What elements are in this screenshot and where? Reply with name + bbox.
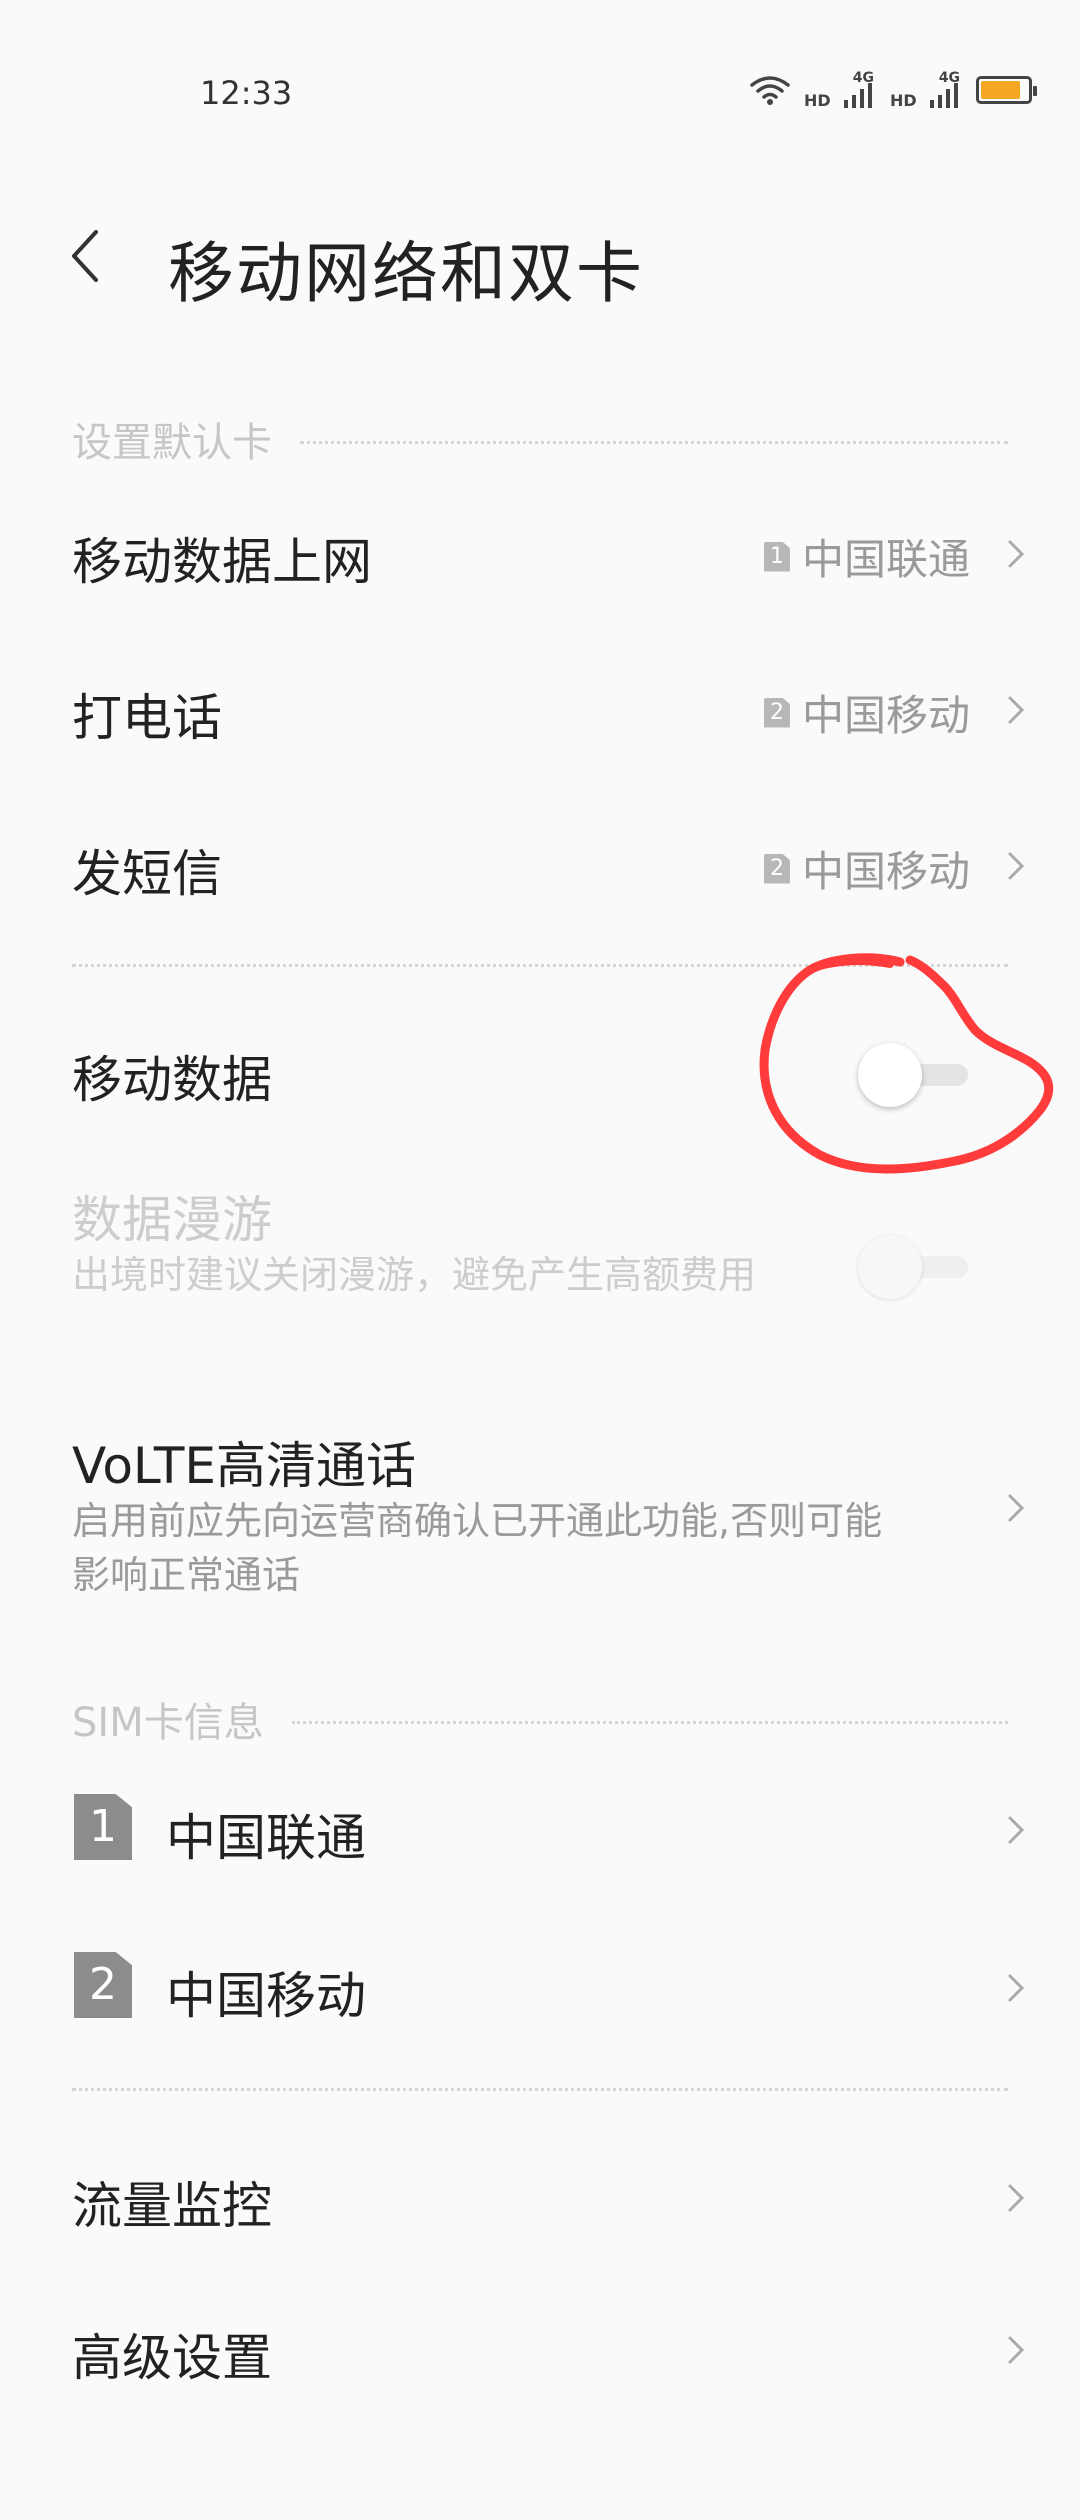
back-icon[interactable] bbox=[66, 226, 106, 286]
data-roaming-toggle bbox=[858, 1232, 968, 1302]
section-sim-info: SIM卡信息 bbox=[72, 1690, 1008, 1748]
sim1-name: 中国联通 bbox=[166, 1809, 366, 1867]
wifi-icon bbox=[750, 76, 790, 105]
status-icons: HD 4G HD 4G bbox=[750, 70, 1037, 110]
default-call-value: 2 中国移动 bbox=[763, 682, 970, 743]
mobile-data-label: 移动数据 bbox=[72, 1051, 272, 1109]
chevron-right-icon bbox=[1008, 1494, 1025, 1522]
status-time: 12:33 bbox=[200, 74, 293, 112]
sim-slot-icon: 2 bbox=[763, 853, 790, 884]
default-data-row[interactable]: 移动数据上网 1 中国联通 bbox=[0, 504, 1080, 604]
sim1-row[interactable]: 1 中国联通 bbox=[0, 1780, 1080, 1900]
chevron-right-icon bbox=[1008, 696, 1025, 724]
chevron-right-icon bbox=[1008, 852, 1025, 880]
battery-icon bbox=[976, 76, 1037, 104]
sim-slot-icon: 1 bbox=[763, 541, 790, 572]
default-sms-row[interactable]: 发短信 2 中国移动 bbox=[0, 816, 1080, 916]
volte-label: VoLTE高清通话 bbox=[72, 1437, 417, 1495]
signal-sim2-icon: HD 4G bbox=[890, 70, 960, 110]
traffic-monitor-label: 流量监控 bbox=[72, 2177, 272, 2235]
sim2-name: 中国移动 bbox=[166, 1967, 366, 2025]
default-call-label: 打电话 bbox=[72, 689, 222, 747]
default-sms-value: 2 中国移动 bbox=[763, 838, 970, 899]
chevron-right-icon bbox=[1008, 540, 1025, 568]
sim-slot-icon: 2 bbox=[763, 697, 790, 728]
data-roaming-row: 数据漫游 出境时建议关闭漫游，避免产生高额费用 bbox=[0, 1170, 1080, 1370]
divider bbox=[72, 2088, 1008, 2091]
chevron-right-icon bbox=[1008, 1816, 1025, 1844]
signal-sim1-icon: HD 4G bbox=[804, 70, 874, 110]
default-data-label: 移动数据上网 bbox=[72, 533, 372, 591]
volte-row[interactable]: VoLTE高清通话 启用前应先向运营商确认已开通此功能,否则可能影响正常通话 bbox=[0, 1418, 1080, 1618]
data-roaming-desc: 出境时建议关闭漫游，避免产生高额费用 bbox=[72, 1253, 757, 1297]
volte-desc: 启用前应先向运营商确认已开通此功能,否则可能影响正常通话 bbox=[72, 1499, 883, 1597]
default-data-value: 1 中国联通 bbox=[763, 526, 970, 587]
default-call-row[interactable]: 打电话 2 中国移动 bbox=[0, 660, 1080, 760]
sim2-row[interactable]: 2 中国移动 bbox=[0, 1938, 1080, 2058]
data-roaming-label: 数据漫游 bbox=[72, 1191, 272, 1249]
traffic-monitor-row[interactable]: 流量监控 bbox=[0, 2148, 1080, 2258]
section-default-card: 设置默认卡 bbox=[72, 410, 1008, 468]
chevron-right-icon bbox=[1008, 2184, 1025, 2212]
default-sms-label: 发短信 bbox=[72, 845, 222, 903]
sim2-icon: 2 bbox=[74, 1952, 132, 2018]
chevron-right-icon bbox=[1008, 1974, 1025, 2002]
sim1-icon: 1 bbox=[74, 1794, 132, 1860]
annotation-circle bbox=[759, 953, 1054, 1174]
chevron-right-icon bbox=[1008, 2336, 1025, 2364]
advanced-settings-row[interactable]: 高级设置 bbox=[0, 2300, 1080, 2410]
advanced-settings-label: 高级设置 bbox=[72, 2329, 272, 2387]
page-title: 移动网络和双卡 bbox=[168, 235, 644, 312]
